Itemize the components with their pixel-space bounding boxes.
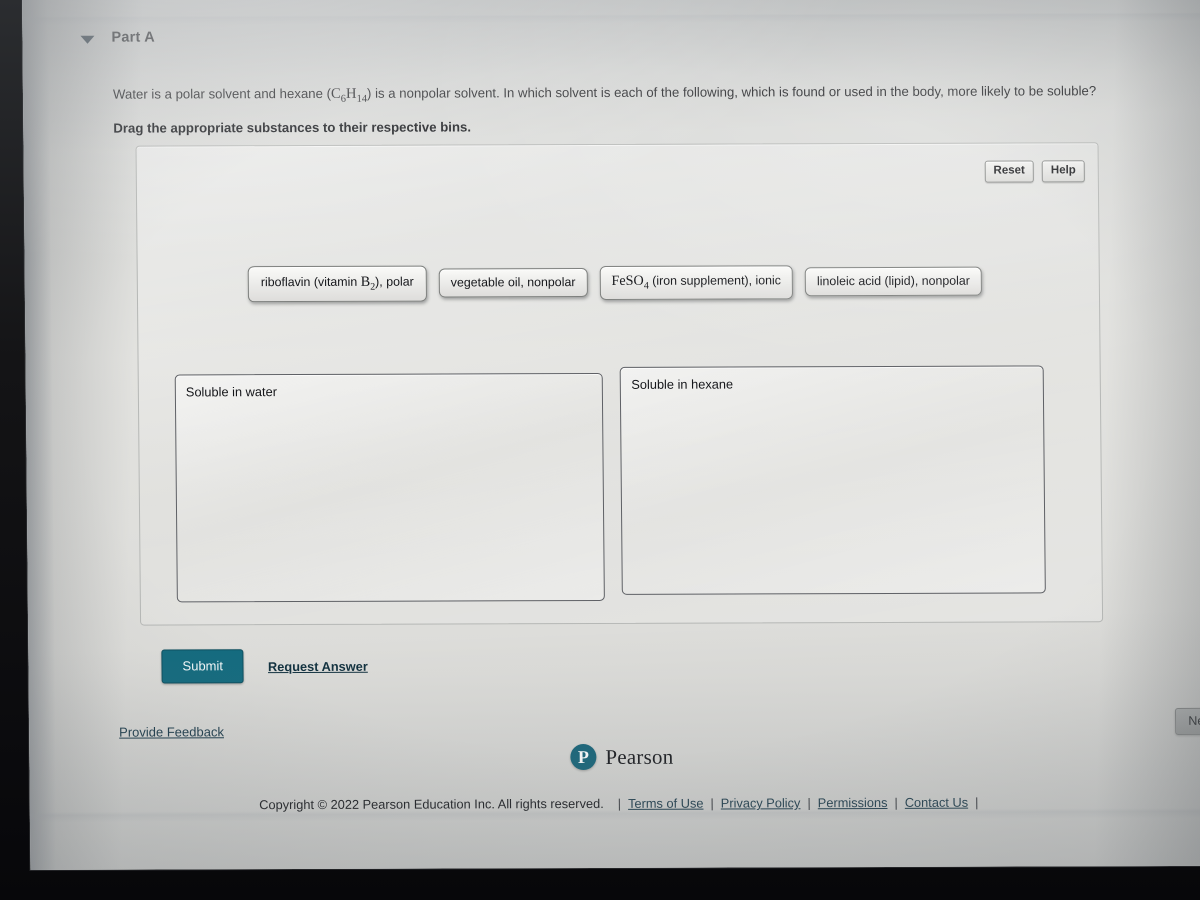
- bin-label: Soluble in water: [185, 384, 278, 400]
- chip-text-post: (iron supplement), ionic: [648, 273, 782, 288]
- part-header[interactable]: Part A: [80, 30, 155, 46]
- screen-surface: Part A Water is a polar solvent and hexa…: [22, 0, 1200, 870]
- footer-legal: Copyright © 2022 Pearson Education Inc. …: [30, 794, 1200, 813]
- footer-separator: |: [617, 795, 622, 811]
- chip-text-pre: linoleic acid (lipid), nonpolar: [816, 274, 970, 289]
- drop-bin-soluble-in-hexane[interactable]: Soluble in hexane: [620, 365, 1046, 595]
- pearson-branding: P Pearson: [29, 742, 1200, 772]
- footer-separator: |: [710, 795, 714, 811]
- draggable-chip-iron-sulfate[interactable]: FeSO4 (iron supplement), ionic: [599, 265, 794, 300]
- copyright-text: Copyright © 2022 Pearson Education Inc. …: [259, 795, 604, 813]
- chip-text-pre: riboflavin (vitamin: [260, 274, 361, 290]
- provide-feedback-link[interactable]: Provide Feedback: [119, 724, 224, 739]
- pearson-wordmark: Pearson: [605, 744, 674, 769]
- question-text-part2: ) is a nonpolar solvent. In which solven…: [366, 83, 1097, 101]
- browser-page: Part A Water is a polar solvent and hexa…: [22, 0, 1200, 870]
- riboflavin-formula: B2: [360, 273, 376, 293]
- submit-button[interactable]: Submit: [161, 649, 245, 684]
- question-text-part1: Water is a polar solvent and hexane (: [112, 85, 332, 102]
- pearson-logo-icon: P: [570, 743, 597, 771]
- help-button[interactable]: Help: [1041, 160, 1085, 183]
- permissions-link[interactable]: Permissions: [818, 795, 888, 810]
- privacy-policy-link[interactable]: Privacy Policy: [721, 795, 801, 810]
- page-title: Part A: [111, 29, 155, 46]
- triangle-down-icon[interactable]: [80, 35, 95, 44]
- request-answer-link[interactable]: Request Answer: [268, 658, 368, 673]
- draggable-chip-riboflavin[interactable]: riboflavin (vitamin B2), polar: [247, 265, 427, 303]
- laptop-screen-photo: Part A Water is a polar solvent and hexa…: [0, 0, 1200, 900]
- next-button[interactable]: Next: [1175, 707, 1200, 735]
- question-text: Water is a polar solvent and hexane (C6H…: [113, 80, 1200, 109]
- chip-text-post: ), polar: [375, 274, 414, 289]
- drop-bins: Soluble in water Soluble in hexane: [174, 365, 1046, 603]
- drop-bin-soluble-in-water[interactable]: Soluble in water: [174, 372, 606, 603]
- reset-button[interactable]: Reset: [984, 160, 1034, 183]
- drag-drop-container[interactable]: Reset Help riboflavin (vitamin B2), pola…: [135, 142, 1104, 626]
- iron-sulfate-formula: FeSO4: [611, 272, 649, 292]
- chip-text-pre: vegetable oil, nonpolar: [450, 275, 576, 290]
- terms-of-use-link[interactable]: Terms of Use: [628, 796, 704, 811]
- footer-separator: |: [807, 795, 811, 811]
- bin-label: Soluble in hexane: [631, 376, 734, 392]
- draggable-items-row: riboflavin (vitamin B2), polar vegetable…: [247, 264, 983, 303]
- draggable-chip-vegetable-oil[interactable]: vegetable oil, nonpolar: [438, 268, 588, 298]
- activity-toolbar: Reset Help: [984, 160, 1085, 183]
- hexane-formula: C6H14: [330, 85, 368, 105]
- question-instruction: Drag the appropriate substances to their…: [113, 119, 472, 136]
- draggable-chip-linoleic-acid[interactable]: linoleic acid (lipid), nonpolar: [804, 267, 983, 297]
- footer-separator: |: [975, 794, 979, 810]
- footer-separator: |: [894, 794, 898, 810]
- contact-us-link[interactable]: Contact Us: [905, 795, 968, 810]
- submit-row: Submit Request Answer: [161, 649, 368, 684]
